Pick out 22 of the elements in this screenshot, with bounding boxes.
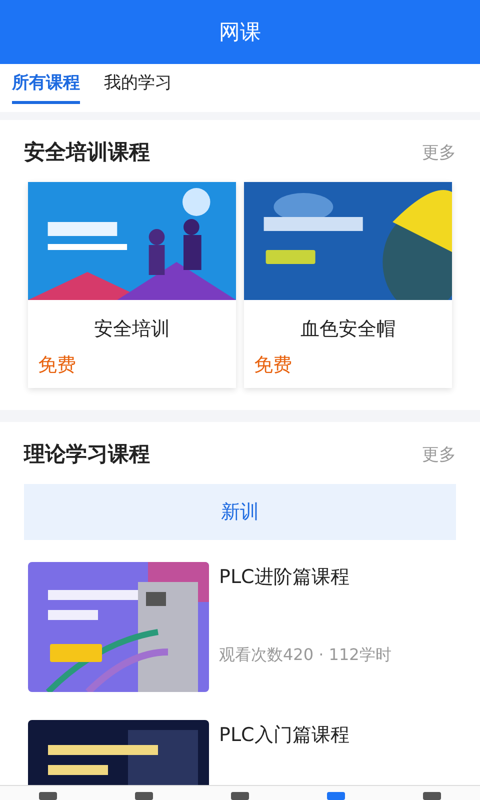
tab[interactable]: 我的学习 <box>104 64 172 104</box>
nav-icon[interactable] <box>133 792 155 800</box>
more-link[interactable]: 更多 <box>422 140 456 164</box>
more-link[interactable]: 更多 <box>422 442 456 466</box>
course-title: PLC进阶篇课程 <box>219 565 350 590</box>
course-meta: 观看次数420 · 112学时 <box>219 645 392 666</box>
section-title: 安全培训课程 <box>24 139 150 166</box>
course-card[interactable]: 安全培训 免费 <box>28 182 236 388</box>
nav-icon[interactable] <box>229 792 251 800</box>
nav-icon[interactable] <box>421 792 443 800</box>
nav-icon[interactable] <box>37 792 59 800</box>
course-price: 免费 <box>254 353 293 378</box>
course-price: 免费 <box>38 353 77 378</box>
page-title: 网课 <box>219 19 261 46</box>
tab[interactable]: 所有课程 <box>12 64 80 104</box>
category-button[interactable]: 新训 <box>24 484 456 540</box>
course-title: 血色安全帽 <box>300 317 396 342</box>
section-title: 理论学习课程 <box>24 441 150 468</box>
course-card[interactable]: 血色安全帽 免费 <box>244 182 452 388</box>
nav-icon[interactable] <box>325 792 347 800</box>
course-title: PLC入门篇课程 <box>219 723 350 748</box>
course-title: 安全培训 <box>93 317 171 342</box>
